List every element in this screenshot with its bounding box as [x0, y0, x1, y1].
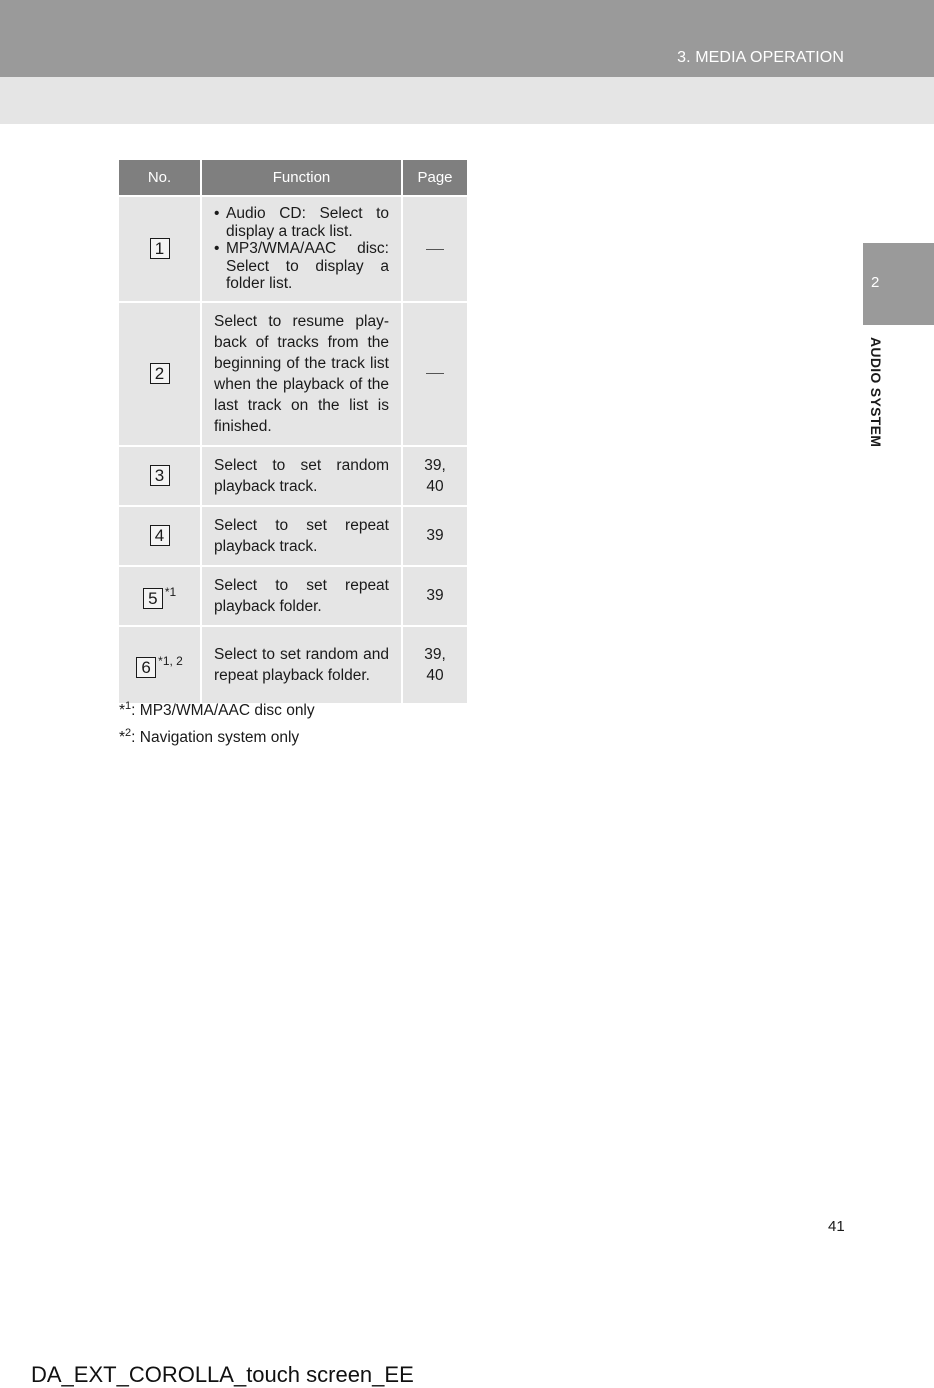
function-cell: Select to set random playback track. — [201, 444, 403, 506]
function-cell: Audio CD: Select to display a track list… — [201, 195, 403, 302]
row-number-cell: 4 — [119, 504, 202, 566]
function-bullet: Audio CD: Select to display a track list… — [214, 205, 389, 240]
section-title: 3. MEDIA OPERATION — [677, 49, 844, 66]
footnote-text: : Navigation system only — [131, 729, 300, 747]
column-header-page: Page — [402, 160, 467, 196]
row-number-cell: 1 — [119, 195, 202, 302]
chapter-label: AUDIO SYSTEM — [868, 337, 884, 448]
chapter-number: 2 — [871, 274, 880, 291]
function-bullet-list: Audio CD: Select to display a track list… — [214, 205, 389, 293]
number-badge: 4 — [149, 525, 170, 547]
function-cell: Select to set repeat playback track. — [201, 504, 403, 566]
number-badge: 3 — [149, 465, 170, 487]
page-cell — [402, 300, 467, 446]
chapter-tab: 2 — [863, 243, 934, 325]
footnote: *1: MP3/WMA/AAC disc only — [119, 695, 315, 722]
page-ref: 39, — [424, 456, 446, 474]
table-row: 6 *1, 2 Select to set random and repeat p… — [119, 624, 467, 703]
table-row: 4 Select to set repeat playback track. 3… — [119, 504, 467, 566]
page-ref: 40 — [426, 477, 444, 495]
column-header-function: Function — [201, 160, 403, 196]
not-applicable-dash — [426, 373, 444, 375]
page-ref: 39 — [426, 527, 444, 544]
page-cell — [402, 195, 467, 302]
row-number-cell: 3 — [119, 444, 202, 506]
table-row: 5 *1 Select to set repeat playback folder… — [119, 564, 467, 626]
table-header-row: No. Function Page — [119, 160, 467, 196]
document-id: DA_EXT_COROLLA_touch screen_EE — [31, 1362, 414, 1387]
footnotes: *1: MP3/WMA/AAC disc only *2: Navigation… — [119, 695, 315, 749]
footnote: *2: Navigation system only — [119, 722, 315, 749]
number-badge: 5 — [142, 588, 163, 610]
column-header-no: No. — [119, 160, 202, 196]
header-subband — [0, 77, 934, 124]
footnote-marker: *1, 2 — [158, 653, 183, 668]
number-badge: 6 — [136, 657, 157, 679]
number-badge: 2 — [149, 363, 170, 385]
number-badge: 1 — [149, 238, 170, 260]
row-number-cell: 6 *1, 2 — [119, 624, 202, 703]
not-applicable-dash — [426, 248, 444, 250]
function-bullet: MP3/WMA/AAC disc: Select to display a fo… — [214, 240, 389, 293]
table-row: 1 Audio CD: Select to display a track li… — [119, 195, 467, 302]
table-row: 3 Select to set random playback track. 3… — [119, 444, 467, 506]
footnote-text: : MP3/WMA/AAC disc only — [131, 702, 315, 720]
row-number-cell: 5 *1 — [119, 564, 202, 626]
page-cell: 39 — [402, 564, 467, 626]
table-row: 2 Select to resume play-back of tracks f… — [119, 300, 467, 446]
function-cell: Select to resume play-back of tracks fro… — [201, 300, 403, 446]
function-table: No. Function Page 1 Audio CD: Select to … — [119, 160, 467, 703]
footnote-marker: *1 — [164, 584, 177, 599]
page-cell: 39 — [402, 504, 467, 566]
page-ref: 39, — [424, 645, 446, 663]
page-cell: 39, 40 — [402, 624, 467, 703]
header-band: 3. MEDIA OPERATION — [0, 0, 934, 77]
page-number: 41 — [828, 1218, 845, 1235]
function-cell: Select to set random and repeat playback… — [201, 624, 403, 703]
row-number-cell: 2 — [119, 300, 202, 446]
page-ref: 40 — [426, 666, 444, 684]
function-cell: Select to set repeat playback folder. — [201, 564, 403, 626]
page-cell: 39, 40 — [402, 444, 467, 506]
page-ref: 39 — [426, 587, 444, 604]
